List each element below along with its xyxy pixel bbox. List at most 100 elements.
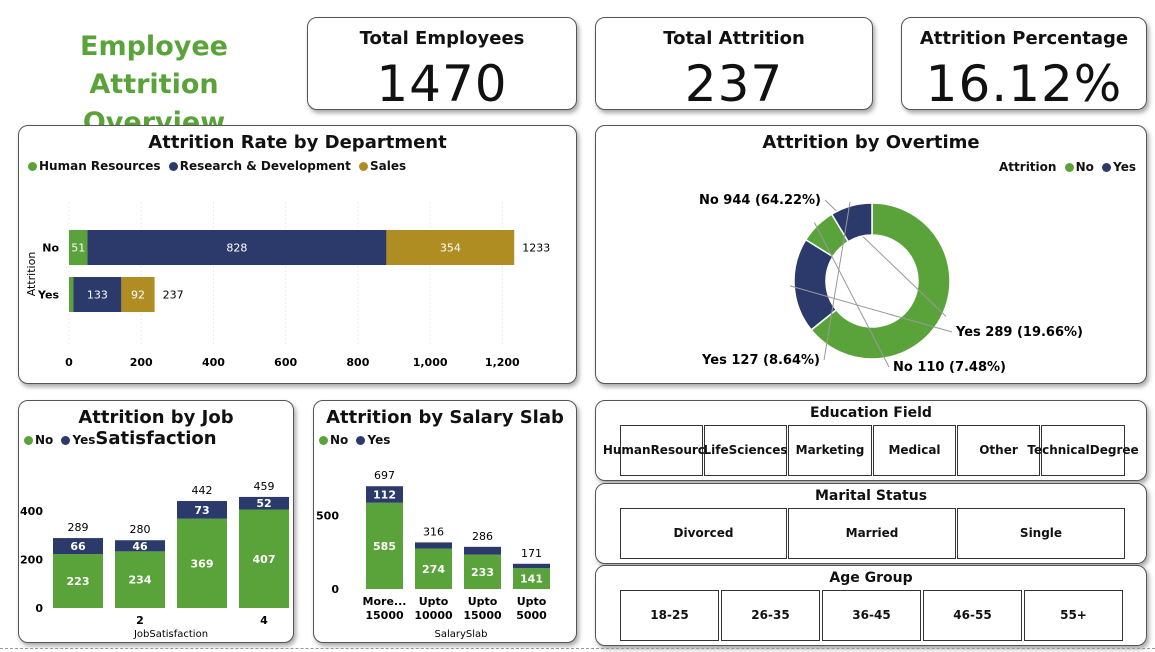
- x-axis-title: JobSatisfaction: [133, 629, 208, 640]
- x-tick-label: 4: [260, 614, 268, 627]
- x-tick-label: 1,000: [413, 356, 448, 369]
- legend-dot-no: [319, 436, 328, 445]
- option-label: 18-25: [650, 608, 689, 622]
- slicer-option-life-sciences[interactable]: Life Sciences: [703, 425, 788, 476]
- data-label: 233: [471, 566, 494, 579]
- option-label: 36-45: [852, 608, 891, 622]
- slicer-title: Education Field: [810, 405, 932, 421]
- x-tick-label: Upto: [419, 595, 449, 608]
- slice-label: No 944 (64.22%): [699, 193, 821, 208]
- slicer-option-divorced[interactable]: Divorced: [620, 508, 787, 559]
- slicer-option-18-25[interactable]: 18-25: [620, 590, 719, 641]
- slicer-option-46-55[interactable]: 46-55: [923, 590, 1022, 641]
- slicer-option-single[interactable]: Single: [957, 508, 1125, 559]
- total-label: 442: [192, 484, 213, 497]
- legend-dot-sales: [359, 162, 368, 171]
- bar-segment[interactable]: [513, 563, 550, 569]
- total-label: 237: [163, 289, 184, 302]
- dept-legend[interactable]: Human Resources Research & Development S…: [24, 159, 406, 173]
- salary-chart-plot[interactable]: 0500585112697More...15000274316Upto10000…: [314, 447, 576, 642]
- option-label: 46-55: [953, 608, 992, 622]
- x-tick-label: 2: [136, 614, 144, 627]
- legend-label: Yes: [72, 433, 96, 447]
- option-label: Other: [979, 443, 1018, 457]
- bar-segment[interactable]: [415, 542, 452, 549]
- data-label: 66: [70, 540, 86, 553]
- y-tick-label: No: [42, 242, 59, 255]
- jobsat-chart-plot[interactable]: 0 200 400 223 66 289 234 46 280 2 369 73 442 407 52 459…: [19, 447, 293, 642]
- kpi-label: Attrition Percentage: [919, 28, 1129, 49]
- slice-label: No 110 (7.48%): [893, 360, 1006, 375]
- slicer-option-married[interactable]: Married: [788, 508, 956, 559]
- slicer-option-26-35[interactable]: 26-35: [721, 590, 820, 641]
- data-label: 407: [253, 553, 276, 566]
- x-tick-label: 400: [202, 356, 225, 369]
- y-tick-label: 0: [35, 602, 43, 615]
- legend-label: No: [1075, 160, 1094, 174]
- data-label: 234: [129, 574, 152, 587]
- kpi-value: 1470: [376, 55, 508, 113]
- kpi-label: Total Employees: [359, 28, 525, 49]
- slicer-option-human-resources[interactable]: Human Resources: [603, 425, 720, 476]
- dept-chart-plot[interactable]: 0 200 400 600 800 1,000 1,200 Attrition No 51 828 3…: [19, 174, 576, 384]
- legend-title: Attrition: [999, 160, 1057, 174]
- x-tick-label: 10000: [414, 609, 453, 622]
- slicer-option-marketing[interactable]: Marketing: [788, 425, 872, 476]
- slicer-option-36-45[interactable]: 36-45: [822, 590, 921, 641]
- y-tick-label: Yes: [37, 289, 59, 302]
- option-label: Human: [602, 443, 651, 457]
- slice-label: Yes 127 (8.64%): [701, 353, 820, 368]
- kpi-total-employees: Total Employees 1470: [307, 17, 577, 113]
- bar-segment[interactable]: [464, 546, 501, 555]
- data-label: 46: [132, 540, 148, 553]
- chart-title: Attrition by Overtime: [762, 132, 980, 153]
- salary-legend[interactable]: No Yes: [315, 433, 390, 447]
- slicer-option-medical[interactable]: Medical: [873, 425, 956, 476]
- data-label: 274: [422, 563, 445, 576]
- x-tick-label: 15000: [463, 609, 502, 622]
- kpi-total-attrition: Total Attrition 237: [595, 17, 873, 113]
- option-label: Degree: [1089, 443, 1139, 457]
- option-label: Marketing: [795, 443, 865, 457]
- overtime-legend[interactable]: Attrition No Yes: [999, 160, 1136, 174]
- jobsat-legend[interactable]: No Yes: [20, 433, 95, 447]
- dept-chart-card[interactable]: Attrition Rate by Department Human Resou…: [18, 125, 577, 384]
- data-label: 141: [520, 573, 543, 586]
- kpi-label: Total Attrition: [663, 28, 805, 49]
- y-tick-label: 0: [331, 583, 339, 596]
- option-label: 55+: [1060, 608, 1087, 622]
- x-tick-label: 200: [130, 356, 153, 369]
- data-label: 51: [71, 242, 85, 255]
- chart-title: Attrition by Salary Slab: [326, 407, 564, 428]
- x-tick-label: 5000: [516, 609, 547, 622]
- overtime-chart-card[interactable]: Attrition by Overtime Attrition No Yes N…: [595, 125, 1147, 384]
- legend-label: Research & Development: [179, 159, 351, 173]
- legend-dot-hr: [28, 162, 37, 171]
- data-label: 112: [373, 488, 396, 501]
- slice-label: Yes 289 (19.66%): [955, 325, 1083, 340]
- slicer-title: Age Group: [829, 570, 913, 586]
- y-tick-label: 400: [20, 505, 43, 518]
- option-label: Divorced: [673, 526, 734, 540]
- option-label: 26-35: [751, 608, 790, 622]
- slicer-option-technical-degree[interactable]: Technical Degree: [1027, 425, 1139, 476]
- option-label: Single: [1019, 526, 1063, 540]
- salary-chart-card[interactable]: Attrition by Salary Slab No Yes 0 500 585 1…: [313, 400, 577, 643]
- option-label: Married: [845, 526, 899, 540]
- option-label: Sciences: [728, 443, 788, 457]
- data-label: 52: [256, 497, 271, 510]
- data-label: 133: [87, 289, 108, 302]
- bar-segment[interactable]: [69, 277, 74, 312]
- jobsat-chart-card[interactable]: Attrition by Job Satisfaction No Yes 0 20…: [18, 400, 294, 643]
- total-label: 459: [254, 480, 275, 493]
- x-tick-label: Upto: [517, 595, 547, 608]
- legend-dot-rd: [168, 162, 178, 171]
- legend-label: Sales: [370, 159, 407, 173]
- chart-title: Attrition Rate by Department: [148, 132, 447, 153]
- x-tick-label: 15000: [365, 609, 404, 622]
- slicer-option-55-plus[interactable]: 55+: [1024, 590, 1123, 641]
- x-tick-label: 0: [65, 356, 73, 369]
- option-label: Technical: [1027, 443, 1090, 457]
- overtime-donut-plot[interactable]: No 944 (64.22%) Yes 289 (19.66%) No 110 (7…: [596, 174, 1146, 384]
- data-label: 73: [194, 504, 209, 517]
